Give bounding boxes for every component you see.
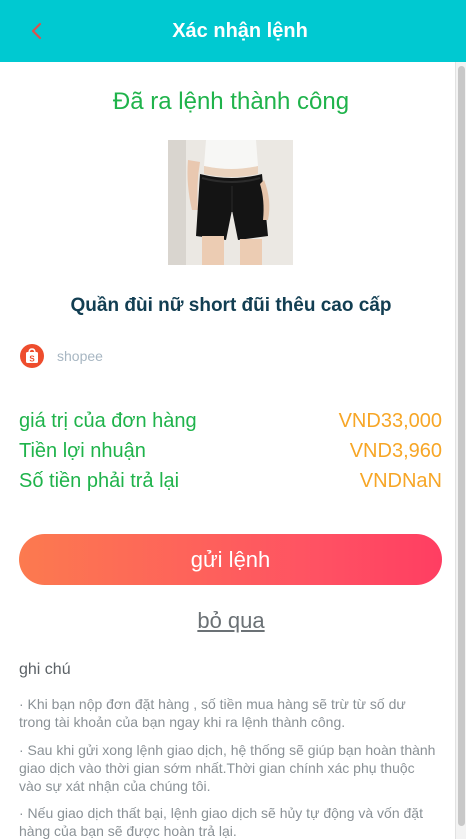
product-name: Quần đùi nữ short đũi thêu cao cấp	[70, 295, 392, 316]
note-item: · Khi bạn nộp đơn đặt hàng , số tiền mua…	[19, 696, 406, 730]
page-title: Xác nhận lệnh	[172, 19, 308, 42]
svg-text:S: S	[29, 355, 35, 364]
profit-row: Tiền lợi nhuận VND3,960	[19, 437, 442, 465]
note-item: · Nếu giao dịch thất bại, lệnh giao dịch…	[19, 805, 423, 839]
shopee-bag-icon: S	[20, 344, 44, 368]
success-message: Đã ra lệnh thành công	[112, 88, 350, 115]
refund-amount: VNDNaN	[359, 469, 442, 492]
chevron-left-icon	[31, 22, 42, 40]
platform-label: shopee	[57, 348, 103, 364]
note-item: · Sau khi gửi xong lệnh giao dịch, hệ th…	[19, 742, 436, 794]
submit-order-button[interactable]: gửi lệnh	[19, 534, 442, 585]
refund-row: Số tiền phải trả lại VNDNaN	[19, 467, 442, 495]
profit-label: Tiền lợi nhuận	[19, 439, 146, 462]
profit-amount: VND3,960	[349, 439, 442, 462]
order-value-amount: VND33,000	[338, 409, 442, 432]
top-bar: Xác nhận lệnh	[0, 0, 466, 62]
vertical-scrollbar[interactable]	[455, 62, 466, 839]
product-image	[168, 140, 293, 265]
skip-link[interactable]: bỏ qua	[8, 608, 454, 634]
order-value-label: giá trị của đơn hàng	[19, 409, 197, 432]
refund-label: Số tiền phải trả lại	[19, 469, 180, 492]
order-value-row: giá trị của đơn hàng VND33,000	[19, 407, 442, 435]
notes-title: ghi chú	[19, 661, 71, 678]
scrollbar-thumb[interactable]	[458, 66, 465, 826]
back-button[interactable]	[22, 16, 52, 46]
